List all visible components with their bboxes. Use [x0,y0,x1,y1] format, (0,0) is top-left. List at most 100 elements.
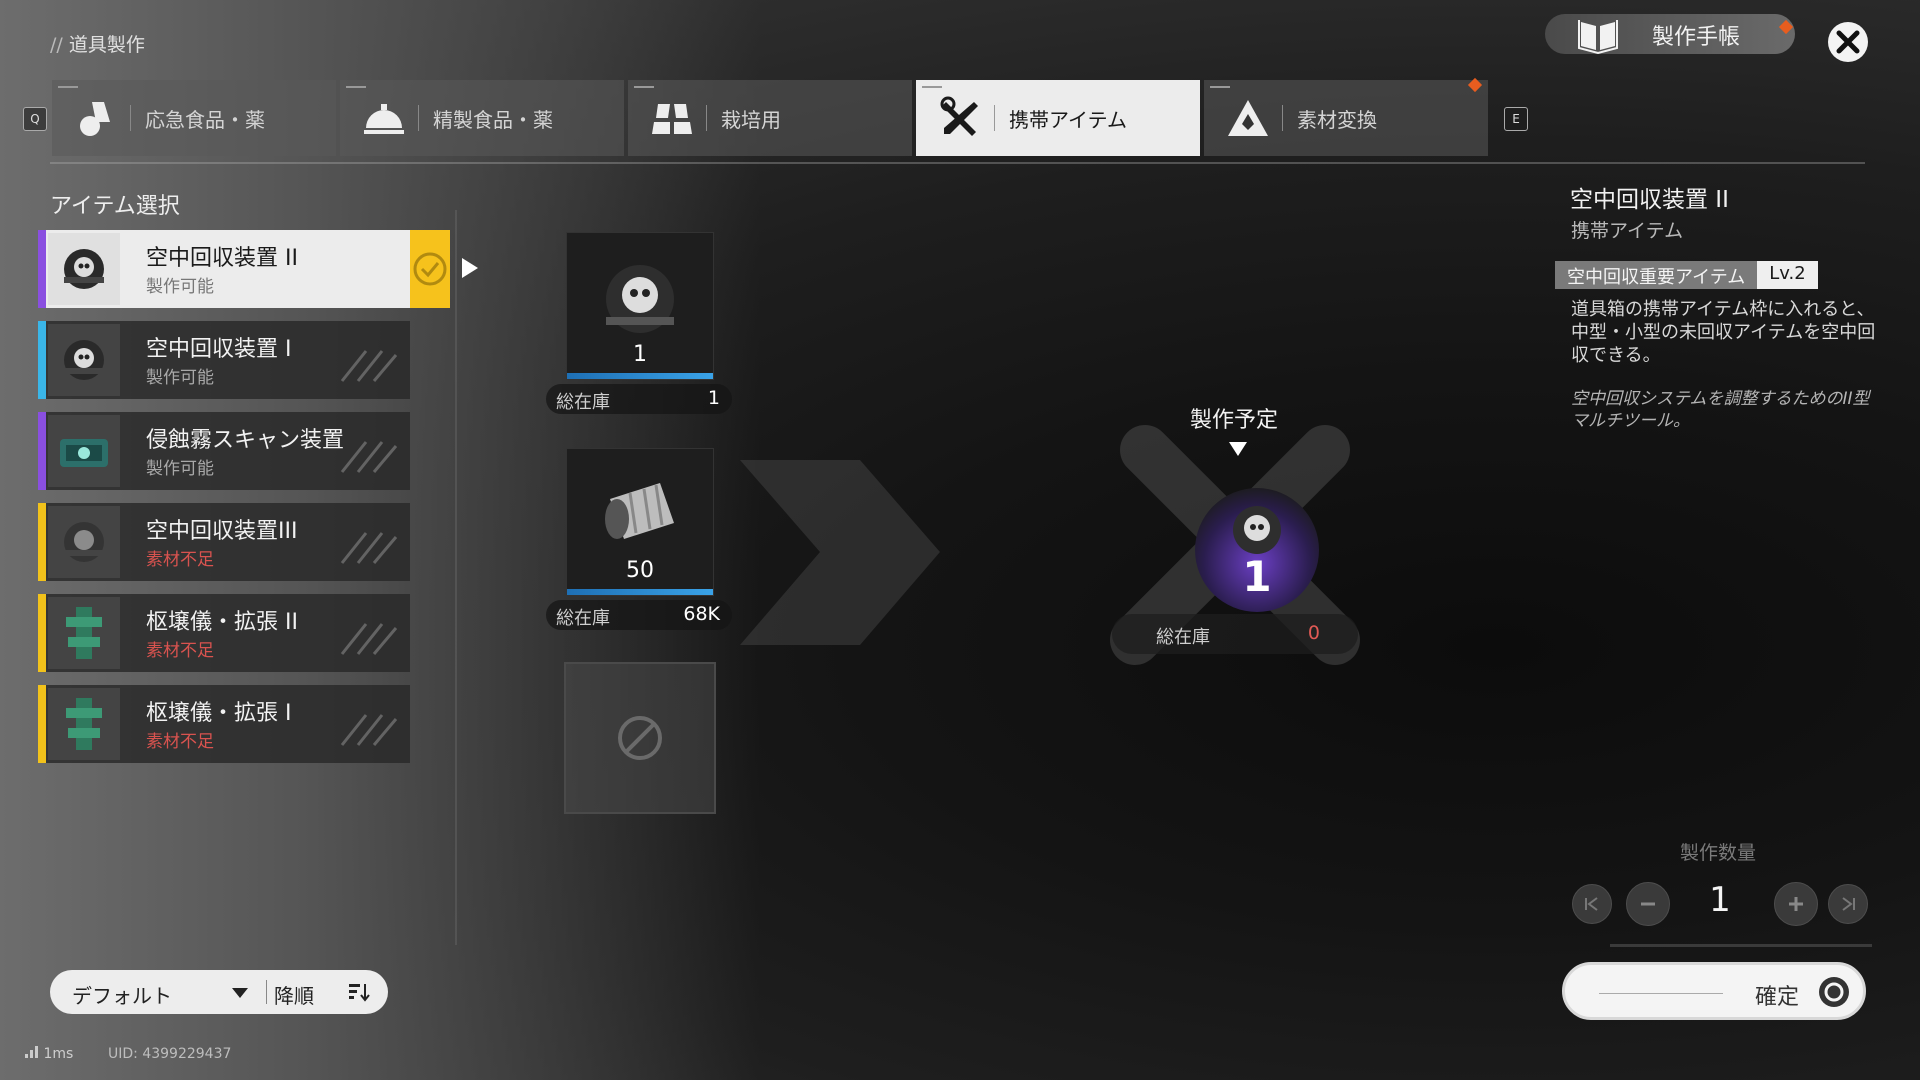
tab-cultivation[interactable]: 栽培用 [628,80,912,156]
increase-button[interactable] [1774,882,1818,926]
scanner-icon [60,439,108,467]
ping-indicator: 1ms [25,1046,73,1062]
sort-bar: デフォルト 降順 [50,970,388,1014]
chevron-down-icon[interactable] [232,988,248,998]
breadcrumb: //道具製作 [50,30,145,57]
sort-order-toggle[interactable]: 降順 [274,980,314,1009]
item-status: 製作可能 [146,368,214,388]
tab-label: 精製食品・薬 [433,107,553,132]
rarity-strip [38,321,46,399]
item-select-title: アイテム選択 [50,194,180,219]
signal-icon [25,1046,38,1058]
list-item[interactable]: 空中回収装置 I 製作可能 [38,321,410,399]
item-name: 空中回収装置 II [146,246,298,271]
item-status: 素材不足 [146,732,214,752]
tab-label: 栽培用 [721,107,781,132]
detail-flavor-text: 空中回収システムを調整するためのII型マルチツール。 [1571,389,1870,431]
quantity-slider-track[interactable] [1610,944,1872,947]
pivot-device-icon [66,607,102,659]
item-thumbnail [48,415,120,487]
recovery-device-icon [606,265,674,333]
item-status: 製作可能 [146,459,214,479]
tab-label: 素材変換 [1297,107,1377,132]
pivot-device-icon [66,698,102,750]
minus-icon [1641,902,1655,906]
list-item[interactable]: 空中回収装置III 素材不足 [38,503,410,581]
item-name: 空中回収装置III [146,519,298,544]
play-arrow-icon [462,258,478,278]
item-thumbnail [48,597,120,669]
selected-indicator [410,230,450,308]
ping-value: 1ms [43,1046,74,1062]
skip-end-icon [1842,897,1855,911]
dish-cover-icon [360,94,408,142]
notification-dot [1778,19,1794,35]
list-item[interactable]: 侵蝕霧スキャン装置 製作可能 [38,412,410,490]
quantity-value[interactable]: 1 [1700,880,1740,920]
confirm-label: 確定 [1755,985,1800,1010]
plus-icon [1789,897,1803,911]
tab-emergency-food[interactable]: 応急食品・薬 [52,80,336,156]
stock-value: 0 [1307,622,1320,644]
item-status: 製作可能 [146,277,214,297]
tools-icon [936,94,984,142]
tab-portable-items[interactable]: 携帯アイテム [916,80,1200,156]
item-thumbnail [48,506,120,578]
crafting-notebook-button[interactable]: 製作手帳 [1545,14,1795,54]
tag-label: 空中回収重要アイテム [1555,261,1758,289]
list-divider [455,210,457,945]
list-item[interactable]: 枢壌儀・拡張 I 素材不足 [38,685,410,763]
list-item[interactable]: 枢壌儀・拡張 II 素材不足 [38,594,410,672]
user-id: UID: 4399229437 [108,1046,232,1062]
decorative-slash-icon [340,532,398,564]
first-aid-icon [72,94,120,142]
result-stock: 総在庫 0 [1112,614,1358,654]
item-status: 素材不足 [146,550,214,570]
stock-value: 1 [707,387,720,409]
min-quantity-button[interactable] [1572,884,1612,924]
level-badge: Lv.2 [1757,261,1818,289]
empty-material-slot [564,662,716,814]
item-status: 素材不足 [146,641,214,661]
item-thumbnail [48,324,120,396]
sort-dropdown[interactable]: デフォルト [72,980,172,1009]
item-name: 侵蝕霧スキャン装置 [146,428,345,453]
material-progress-bar [567,373,713,379]
item-thumbnail [48,688,120,760]
max-quantity-button[interactable] [1828,884,1868,924]
item-thumbnail [48,233,120,305]
tab-refined-food[interactable]: 精製食品・薬 [340,80,624,156]
stock-label: 総在庫 [556,392,610,413]
sort-order-icon[interactable] [348,982,370,1002]
decrease-button[interactable] [1626,882,1670,926]
page-title: 道具製作 [68,34,145,56]
next-tab-key-hint[interactable]: E [1504,107,1528,131]
confirm-button[interactable]: 確定 [1562,962,1866,1020]
prev-tab-key-hint[interactable]: Q [23,107,47,131]
notebook-label: 製作手帳 [1652,25,1741,50]
conversion-icon [1224,94,1272,142]
detail-tag: 空中回収重要アイテム Lv.2 [1555,261,1818,289]
item-name: 枢壌儀・拡張 I [146,701,292,726]
item-name: 枢壌儀・拡張 II [146,610,298,635]
material-slot[interactable]: 1 [566,232,714,380]
down-arrow-icon [1229,442,1247,456]
rarity-strip [38,230,46,308]
rarity-strip [38,412,46,490]
material-stock: 総在庫 68K [546,600,732,630]
tab-material-conversion[interactable]: 素材変換 [1204,77,1488,156]
recovery-device-icon [64,249,104,289]
decorative-slash-icon [340,714,398,746]
confirm-icon [1819,977,1849,1007]
close-button[interactable] [1828,22,1868,62]
rarity-strip [38,685,46,763]
decorative-slash-icon [340,350,398,382]
list-item[interactable]: 空中回収装置 II 製作可能 [38,230,410,308]
recovery-device-icon [64,340,104,380]
planned-output-label: 製作予定 [1190,408,1279,433]
material-slot[interactable]: 50 [566,448,714,596]
notification-dot [1467,77,1483,93]
rarity-strip [38,503,46,581]
breadcrumb-slash: // [50,34,63,56]
material-required-qty: 1 [633,342,647,367]
